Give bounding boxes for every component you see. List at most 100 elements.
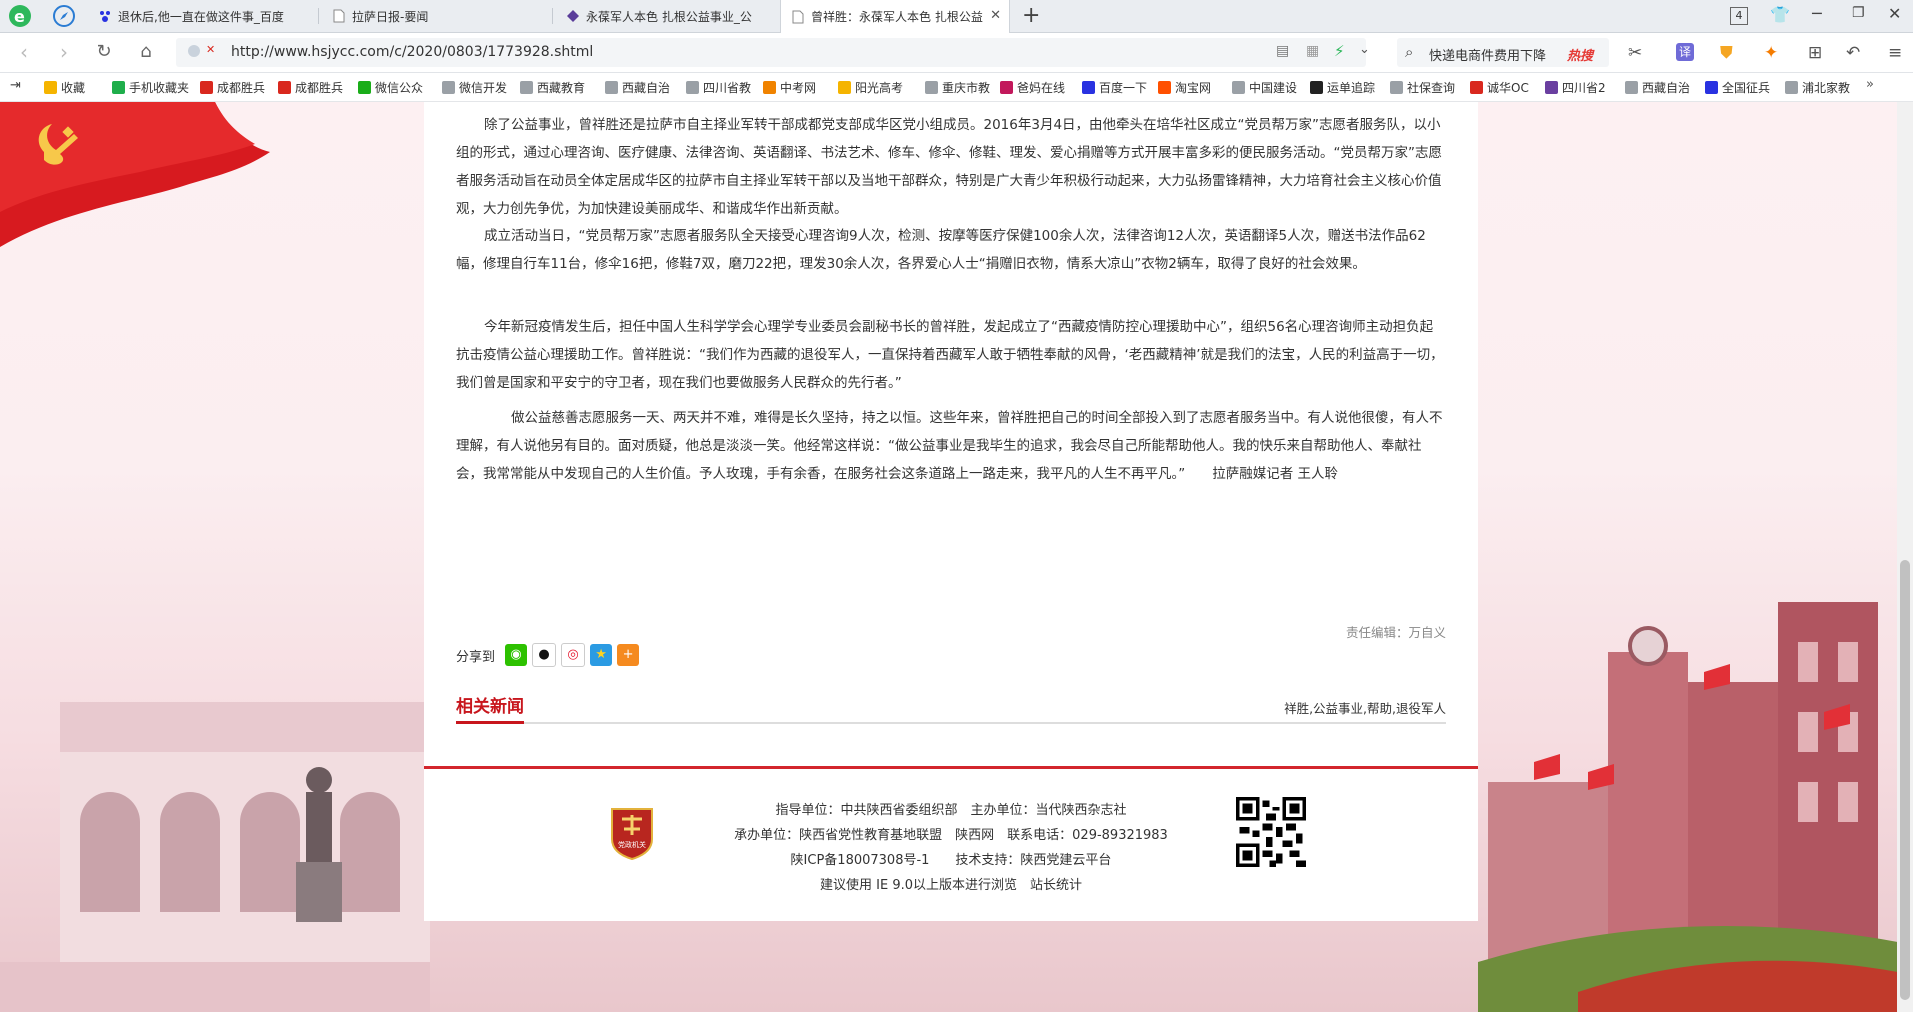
diamond-site-icon [566,9,580,23]
more-bookmarks-icon[interactable]: » [1866,77,1874,92]
bookmark-label: 运单追踪 [1327,81,1376,95]
forward-arrow-icon[interactable]: › [52,40,76,64]
bookmark-label: 中国建设 [1249,81,1298,95]
address-bar[interactable]: ✕ http://www.hsjycc.com/c/2020/0803/1773… [176,38,1370,67]
article-tags[interactable]: 祥胜,公益事业,帮助,退役军人 [1284,698,1446,717]
reader-mode-icon[interactable]: ▤ [1276,43,1289,59]
bookmark-item[interactable]: 微信公众 [358,79,423,96]
no-secure-icon: ✕ [206,43,216,56]
hot-search-badge[interactable]: 热搜 [1567,45,1593,64]
shield-icon[interactable]: ⛊ [1720,43,1733,63]
svg-text:e: e [14,7,25,26]
qq-share-icon[interactable]: ● [532,643,557,667]
close-window-icon[interactable]: ✕ [1888,4,1901,23]
reload-icon[interactable]: ↻ [92,40,116,64]
lightning-icon[interactable]: ⚡ [1334,42,1345,60]
bookmark-item[interactable]: 全国征兵 [1705,79,1770,96]
bookmark-label: 微信开发 [459,81,508,95]
tab-public-welfare[interactable]: 永葆军人本色 扎根公益事业_公 [556,0,771,32]
bookmark-item[interactable]: 阳光高考 [838,79,903,96]
footer-line[interactable]: 建议使用 IE 9.0以上版本进行浏览 站长统计 [424,874,1478,893]
shirt-skin-icon[interactable]: 👕 [1770,5,1790,24]
site-info-icon[interactable] [188,45,200,57]
bookmark-item[interactable]: 诚华OC [1470,79,1529,96]
page-icon [791,10,805,24]
restore-window-icon[interactable]: ❐ [1852,5,1865,21]
chevron-down-icon[interactable]: ⌄ [1359,42,1370,57]
sidebar-toggle-icon[interactable]: ⇥ [10,78,21,93]
translate-icon[interactable]: 译 [1676,43,1694,61]
bookmark-label: 四川省教 [703,81,752,95]
search-bar[interactable]: ⌕ 快递电商件费用下降 热搜 [1397,38,1609,67]
article-paragraph: 除了公益事业，曾祥胜还是拉萨市自主择业军转干部成都党支部成华区党小组成员。201… [456,117,1442,217]
wechat-share-icon[interactable]: ◉ [505,644,528,666]
bookmark-favicon-icon [1705,81,1718,94]
site-footer: 党政机关 指导单位：中共陕西省委组织部 主办单位：当代陕西杂志社 承办单位：陕西… [424,766,1478,921]
bookmark-item[interactable]: 运单追踪 [1310,79,1375,96]
new-tab-button[interactable]: + [1022,3,1040,28]
footer-line: 陕ICP备18007308号-1 技术支持：陕西党建云平台 [790,853,1112,868]
bookmark-item[interactable]: 重庆市教 [925,79,990,96]
bookmark-label: 社保查询 [1407,81,1456,95]
bookmark-favicon-icon [1082,81,1095,94]
qzone-share-icon[interactable]: ★ [590,644,613,666]
tab-baidu[interactable]: 退休后,他一直在做这件事_百度 [88,0,293,32]
undo-icon[interactable]: ↶ [1846,43,1860,63]
responsible-editor: 责任编辑：万自义 [1345,625,1446,640]
scissors-icon[interactable]: ✂ [1628,43,1642,63]
scrollbar-thumb[interactable] [1900,560,1910,1000]
bookmark-item[interactable]: 爸妈在线 [1000,79,1065,96]
bookmark-item[interactable]: 浦北家教 [1785,79,1850,96]
bookmark-item[interactable]: 社保查询 [1390,79,1455,96]
party-flag-icon [0,102,270,247]
tab-zeng-xiangsheng[interactable]: 曾祥胜：永葆军人本色 扎根公益 ✕ [780,0,1010,33]
minimize-window-icon[interactable]: ─ [1812,4,1822,23]
tab-lasa-daily[interactable]: 拉萨日报-要闻 [322,0,547,32]
grid-view-icon[interactable]: ▦ [1306,43,1319,59]
bookmark-item[interactable]: 淘宝网 [1158,79,1211,96]
bookmark-item[interactable]: 中国建设 [1232,79,1297,96]
share-label: 分享到 [456,649,496,665]
search-suggestion-text[interactable]: 快递电商件费用下降 [1429,45,1546,64]
bookmark-item[interactable]: 中考网 [763,79,816,96]
game-pad-icon[interactable]: ✦ [1764,43,1778,63]
bookmark-item[interactable]: 西藏教育 [520,79,585,96]
bookmark-favicon-icon [442,81,455,94]
bookmark-item[interactable]: 成都胜兵 [278,79,343,96]
close-tab-icon[interactable]: ✕ [990,8,1001,23]
bookmark-favicon-icon [358,81,371,94]
apps-grid-icon[interactable]: ⊞ [1808,43,1822,63]
baidu-paw-icon [98,9,112,23]
tab-strip: e 退休后,他一直在做这件事_百度 拉萨日报-要闻 永葆军人本色 扎根公益事业_… [0,0,1913,33]
bookmark-favicon-icon [44,81,57,94]
footer-line: 承办单位：陕西省党性教育基地联盟 陕西网 联系电话：029-89321983 [734,828,1168,843]
weibo-share-icon[interactable]: ◎ [561,643,586,667]
bookmark-item[interactable]: 收藏 [44,79,85,96]
url-text[interactable]: http://www.hsjycc.com/c/2020/0803/177392… [231,44,593,60]
bookmark-item[interactable]: 四川省教 [686,79,751,96]
tab-count-badge[interactable]: 4 [1730,7,1748,25]
tab-title: 曾祥胜：永葆军人本色 扎根公益 [811,10,983,24]
bookmark-label: 收藏 [61,81,86,95]
bookmark-label: 中考网 [780,81,817,95]
bookmark-item[interactable]: 四川省2 [1545,79,1606,96]
bookmark-item[interactable]: 百度一下 [1082,79,1147,96]
bookmark-item[interactable]: 手机收藏夹 [112,79,189,96]
bookmark-label: 微信公众 [375,81,424,95]
bookmark-item[interactable]: 西藏自治 [1625,79,1690,96]
home-icon[interactable]: ⌂ [134,40,158,64]
bookmark-favicon-icon [520,81,533,94]
more-share-icon[interactable]: + [617,644,640,666]
footer-line: 指导单位：中共陕西省委组织部 主办单位：当代陕西杂志社 [775,803,1127,818]
bookmark-item[interactable]: 成都胜兵 [200,79,265,96]
menu-icon[interactable]: ≡ [1888,43,1902,63]
bookmark-item[interactable]: 微信开发 [442,79,507,96]
bookmark-favicon-icon [200,81,213,94]
navigation-compass-icon[interactable] [52,4,76,28]
article-paragraph: 今年新冠疫情发生后，担任中国人生科学学会心理学专业委员会副秘书长的曾祥胜，发起成… [456,319,1444,391]
browser-logo-icon[interactable]: e [8,4,32,28]
page-icon [332,9,346,23]
back-arrow-icon[interactable]: ‹ [12,40,36,64]
bookmark-favicon-icon [838,81,851,94]
bookmark-item[interactable]: 西藏自治 [605,79,670,96]
